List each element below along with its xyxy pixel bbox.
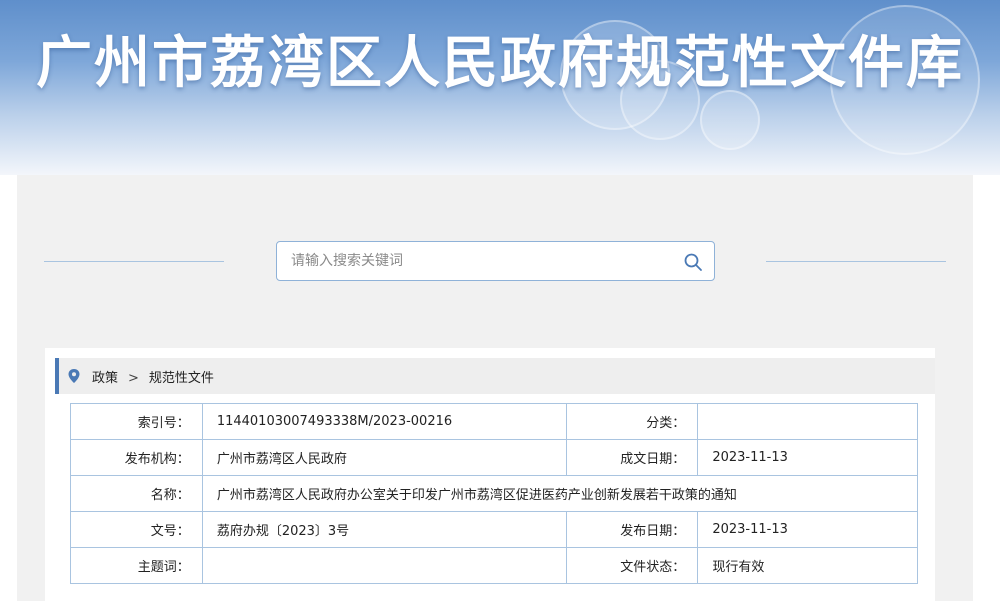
subject-label: 主题词： [70,547,203,584]
search-divider-left [44,261,224,262]
status-label: 文件状态： [565,547,699,584]
table-row: 发布机构： 广州市荔湾区人民政府 成文日期： 2023-11-13 [70,439,918,476]
location-pin-icon [67,368,81,384]
written-date-value: 2023-11-13 [697,439,918,476]
search-box [276,241,715,281]
category-value [697,403,918,440]
breadcrumb-item-policy[interactable]: 政策 [92,371,118,386]
site-title: 广州市荔湾区人民政府规范性文件库 [36,31,964,96]
publish-date-value: 2023-11-13 [697,511,918,548]
search-divider-right [766,261,946,262]
subject-value [201,547,567,584]
index-no-label: 索引号： [70,403,203,440]
search-input[interactable] [277,242,667,280]
issuer-value: 广州市荔湾区人民政府 [201,439,567,476]
table-row: 文号： 荔府办规〔2023〕3号 发布日期： 2023-11-13 [70,511,918,548]
publish-date-label: 发布日期： [565,511,699,548]
breadcrumb: 政策 > 规范性文件 [55,358,935,394]
written-date-label: 成文日期： [565,439,699,476]
issuer-label: 发布机构： [70,439,203,476]
content-panel: 政策 > 规范性文件 索引号： 11440103007493338M/2023-00… [17,175,973,601]
breadcrumb-item-normative-docs[interactable]: 规范性文件 [149,371,214,386]
table-row: 主题词： 文件状态： 现行有效 [70,547,918,584]
breadcrumb-separator: > [128,371,139,386]
search-icon[interactable] [682,251,704,273]
category-label: 分类： [565,403,699,440]
banner-decoration [700,90,760,150]
header-banner: 广州市荔湾区人民政府规范性文件库 [0,0,1000,175]
name-value: 广州市荔湾区人民政府办公室关于印发广州市荔湾区促进医药产业创新发展若干政策的通知 [201,475,919,512]
status-value: 现行有效 [697,547,918,584]
document-card: 政策 > 规范性文件 索引号： 11440103007493338M/2023-00… [45,348,935,601]
index-no-value: 11440103007493338M/2023-00216 [201,403,567,440]
doc-no-value: 荔府办规〔2023〕3号 [201,511,567,548]
table-row: 索引号： 11440103007493338M/2023-00216 分类： [70,403,918,440]
document-meta-table: 索引号： 11440103007493338M/2023-00216 分类： 发… [70,403,919,584]
doc-no-label: 文号： [70,511,203,548]
name-label: 名称： [70,475,203,512]
table-row: 名称： 广州市荔湾区人民政府办公室关于印发广州市荔湾区促进医药产业创新发展若干政… [70,475,919,512]
